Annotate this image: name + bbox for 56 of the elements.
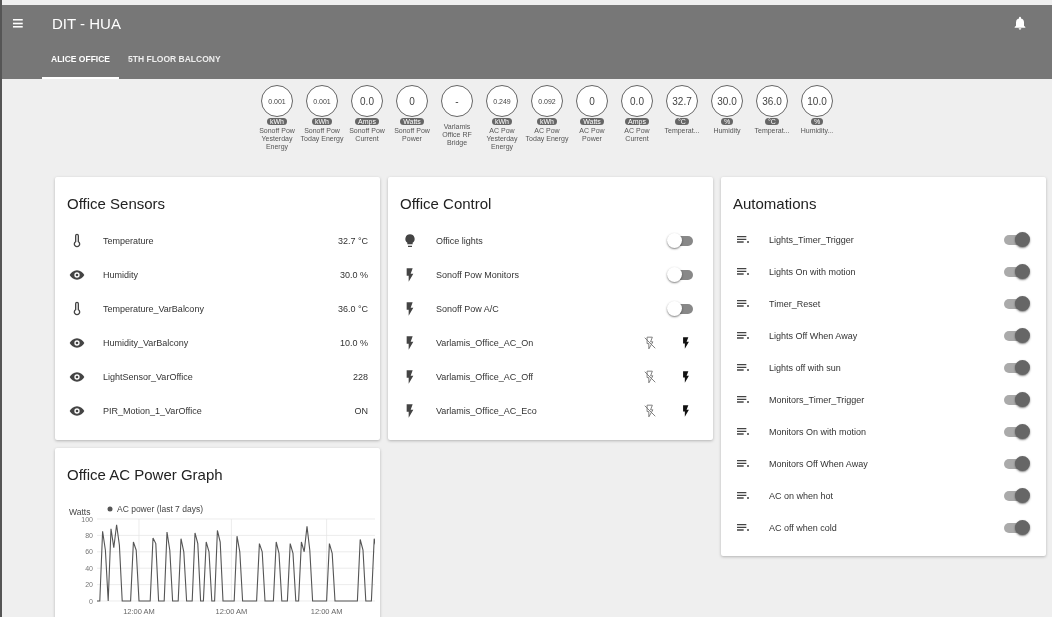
lightbulb-icon	[402, 233, 418, 249]
entity-name: Monitors On with motion	[769, 427, 868, 437]
eye-icon	[69, 403, 85, 419]
value-badge[interactable]: 32.7	[666, 85, 698, 117]
entity-name: Varlamis_Office_AC_Off	[436, 372, 535, 382]
entity-name: Humidity	[103, 270, 139, 280]
entity-name: Sonoff Pow Monitors	[436, 270, 520, 280]
tab[interactable]: 5TH FLOOR BALCONY	[119, 41, 230, 79]
entity-name: Monitors_Timer_Trigger	[769, 395, 866, 405]
value-badge[interactable]: -	[441, 85, 473, 117]
card-title: Office AC Power Graph	[67, 466, 224, 483]
legend-label: AC power (last 7 days)	[117, 504, 203, 514]
card-title: Office Sensors	[67, 195, 167, 212]
entity-name: PIR_Motion_1_VarOffice	[103, 406, 203, 416]
entity-state: 36.0 °C	[337, 304, 368, 314]
value-badge[interactable]: 36.0	[756, 85, 788, 117]
card-title: Automations	[733, 195, 818, 212]
entity-name: Lights off with sun	[769, 363, 842, 373]
entity-name: Timer_Reset	[769, 299, 822, 309]
entity-name: Lights_Timer_Trigger	[769, 235, 855, 245]
value-badge[interactable]: 0	[576, 85, 608, 117]
tab[interactable]: ALICE OFFICE	[42, 41, 120, 79]
menu-icon[interactable]: ≡	[12, 11, 42, 35]
entity-name: Humidity_VarBalcony	[103, 338, 190, 348]
lightning-off-icon[interactable]	[643, 404, 657, 418]
eye-icon	[69, 267, 85, 283]
entity-state: 32.7 °C	[337, 236, 368, 246]
eye-icon	[69, 369, 85, 385]
entity-name: Lights Off When Away	[769, 331, 859, 341]
bell-icon[interactable]	[1012, 15, 1028, 31]
entity-name: Temperature	[103, 236, 155, 246]
entity-name: Monitors Off When Away	[769, 459, 869, 469]
entity-name: Office lights	[436, 236, 484, 246]
entity-name: AC on when hot	[769, 491, 835, 501]
entity-name: LightSensor_VarOffice	[103, 372, 194, 382]
app-title: DIT - HUA	[52, 14, 122, 32]
entity-state: 30.0 %	[339, 270, 368, 280]
axis-label: Watts	[69, 507, 91, 517]
entity-name: Varlamis_Office_AC_Eco	[436, 406, 538, 416]
value-badge[interactable]: 30.0	[711, 85, 743, 117]
entity-name: AC off when cold	[769, 523, 838, 533]
entity-state: 10.0 %	[339, 338, 368, 348]
entity-name: Sonoff Pow A/C	[436, 304, 500, 314]
value-badge[interactable]: 0	[396, 85, 428, 117]
value-badge[interactable]: 10.0	[801, 85, 833, 117]
entity-state: ON	[354, 406, 368, 416]
value-badge[interactable]: 0.0	[621, 85, 653, 117]
value-badge[interactable]: 0.0	[351, 85, 383, 117]
entity-name: Lights On with motion	[769, 267, 857, 277]
card-title: Office Control	[400, 195, 493, 212]
lightning-off-icon[interactable]	[643, 370, 657, 384]
eye-icon	[69, 335, 85, 351]
entity-name: Varlamis_Office_AC_On	[436, 338, 535, 348]
lightning-off-icon[interactable]	[643, 336, 657, 350]
entity-name: Temperature_VarBalcony	[103, 304, 205, 314]
entity-state: 228	[352, 372, 368, 382]
